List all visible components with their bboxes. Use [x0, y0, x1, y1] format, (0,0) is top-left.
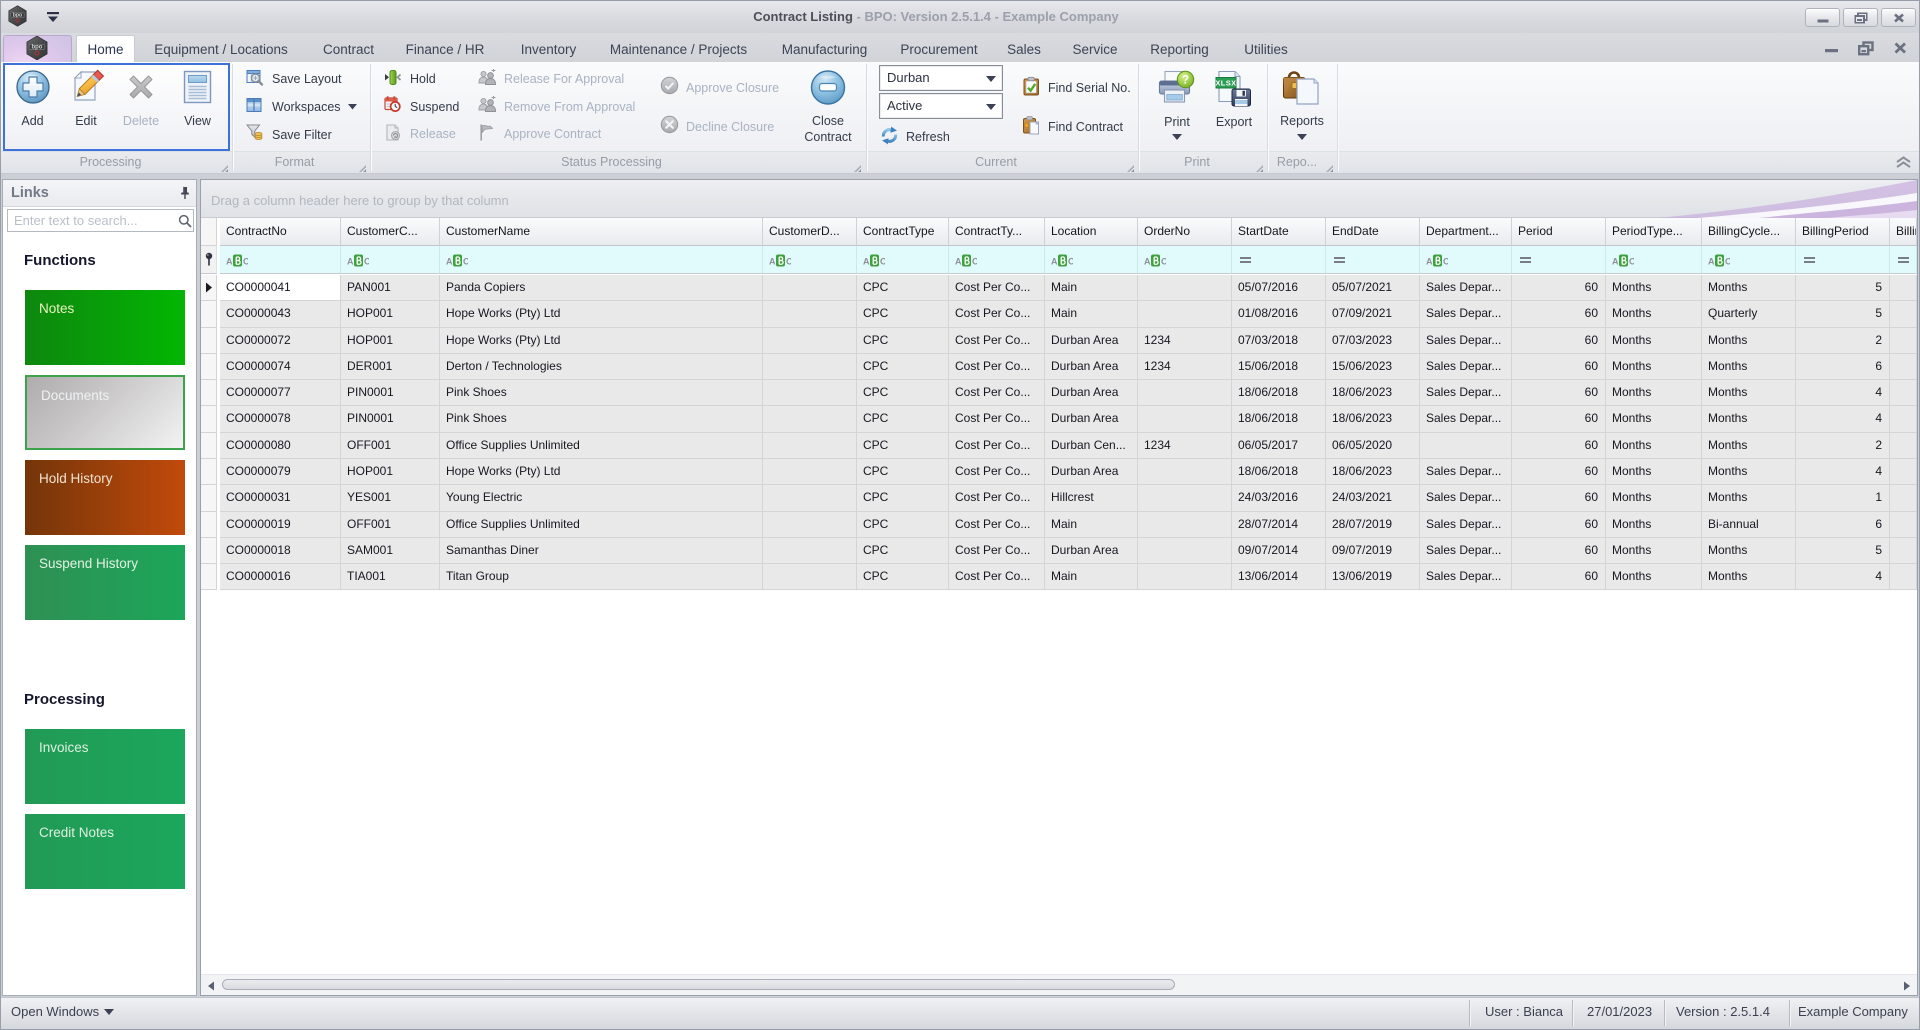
svg-text:A: A: [1708, 257, 1715, 267]
svg-text:XLSX: XLSX: [1215, 78, 1236, 87]
svg-text:C: C: [243, 257, 248, 267]
svg-text:A: A: [446, 257, 453, 267]
svg-text:A: A: [769, 257, 776, 267]
svg-text:A: A: [863, 257, 870, 267]
svg-text:A: A: [955, 257, 962, 267]
svg-text:A: A: [1612, 257, 1619, 267]
svg-text:C: C: [880, 257, 885, 267]
svg-text:C: C: [1629, 257, 1634, 267]
svg-text:A: A: [226, 257, 233, 267]
svg-text:A: A: [347, 257, 354, 267]
svg-text:?: ?: [1182, 74, 1189, 86]
svg-text:bpo: bpo: [32, 45, 43, 51]
svg-text:C: C: [1068, 257, 1073, 267]
svg-text:C: C: [463, 257, 468, 267]
svg-text:bpo: bpo: [13, 12, 22, 18]
svg-text:A: A: [1051, 257, 1058, 267]
svg-text:A: A: [1426, 257, 1433, 267]
svg-text:C: C: [1725, 257, 1730, 267]
svg-text:C: C: [364, 257, 369, 267]
svg-text:C: C: [1443, 257, 1448, 267]
svg-text:C: C: [972, 257, 977, 267]
svg-text:A: A: [1144, 257, 1151, 267]
svg-text:C: C: [1161, 257, 1166, 267]
svg-text:C: C: [786, 257, 791, 267]
